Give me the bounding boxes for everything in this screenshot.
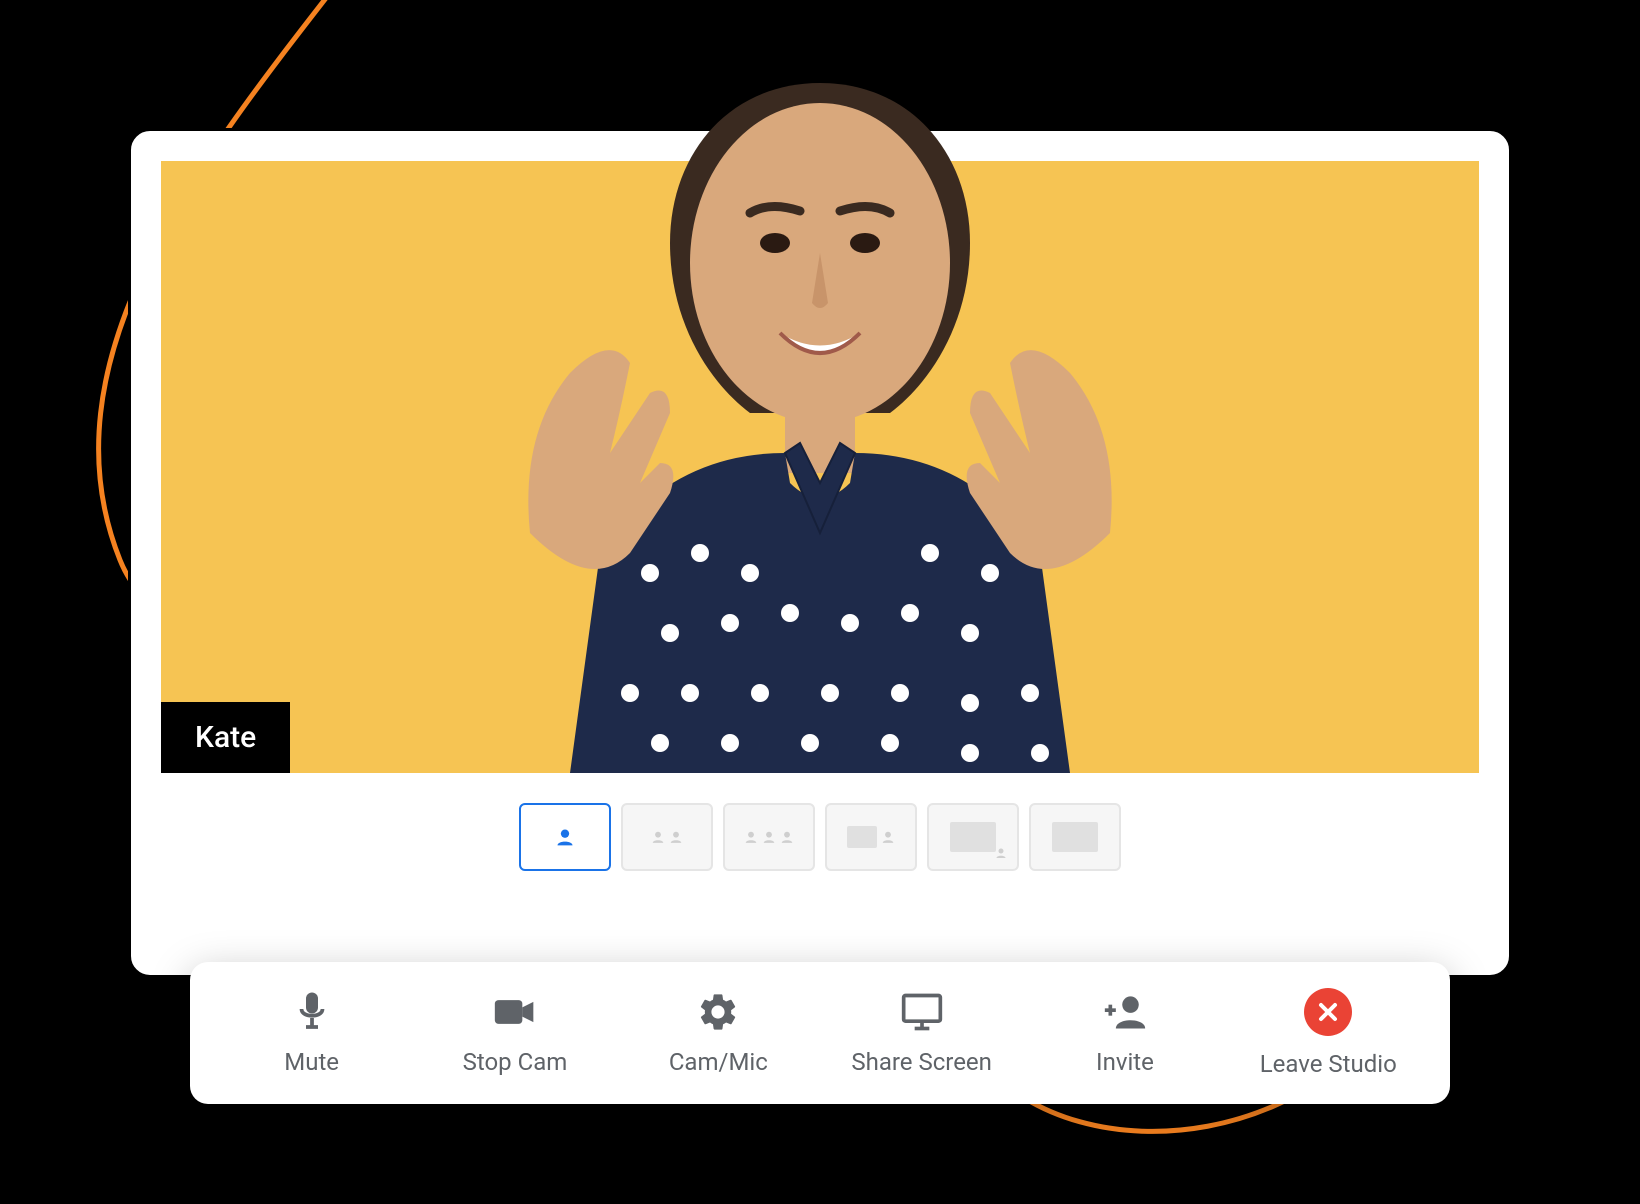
mute-button[interactable]: Mute: [222, 990, 402, 1076]
video-stage: Kate: [161, 161, 1479, 773]
monitor-icon: [900, 990, 944, 1034]
participant-name-tag: Kate: [161, 702, 290, 773]
leave-label: Leave Studio: [1260, 1050, 1397, 1078]
invite-button[interactable]: Invite: [1035, 990, 1215, 1076]
person-icon: [881, 830, 895, 844]
share-screen-button[interactable]: Share Screen: [832, 990, 1012, 1076]
layout-screen-plus-speaker[interactable]: [825, 803, 917, 871]
screen-thumb: [847, 826, 877, 848]
videocam-icon: [493, 990, 537, 1034]
person-icon: [995, 847, 1007, 859]
gear-icon: [696, 990, 740, 1034]
participant-name: Kate: [195, 720, 256, 755]
invite-label: Invite: [1096, 1048, 1154, 1076]
layout-screen-pip[interactable]: [927, 803, 1019, 871]
cam-mic-button[interactable]: Cam/Mic: [628, 990, 808, 1076]
layout-picker: [161, 803, 1479, 871]
layout-three-up[interactable]: [723, 803, 815, 871]
studio-window: Kate: [128, 128, 1512, 978]
layout-two-up[interactable]: [621, 803, 713, 871]
layout-screen-only[interactable]: [1029, 803, 1121, 871]
screen-thumb: [950, 822, 996, 852]
person-icon: [669, 830, 683, 844]
layout-single[interactable]: [519, 803, 611, 871]
person-icon: [651, 830, 665, 844]
cam-mic-label: Cam/Mic: [669, 1048, 768, 1076]
microphone-icon: [290, 990, 334, 1034]
close-icon: [1304, 988, 1352, 1036]
stop-cam-button[interactable]: Stop Cam: [425, 990, 605, 1076]
add-person-icon: [1103, 990, 1147, 1034]
control-toolbar: Mute Stop Cam Cam/Mic Share Screen Invit…: [190, 962, 1450, 1104]
person-icon: [780, 830, 794, 844]
participant-video: [370, 13, 1270, 773]
person-icon: [744, 830, 758, 844]
share-screen-label: Share Screen: [851, 1048, 992, 1076]
stop-cam-label: Stop Cam: [463, 1048, 568, 1076]
screen-thumb: [1052, 822, 1098, 852]
mute-label: Mute: [284, 1048, 339, 1076]
person-icon: [555, 827, 575, 847]
leave-studio-button[interactable]: Leave Studio: [1238, 988, 1418, 1078]
person-icon: [762, 830, 776, 844]
